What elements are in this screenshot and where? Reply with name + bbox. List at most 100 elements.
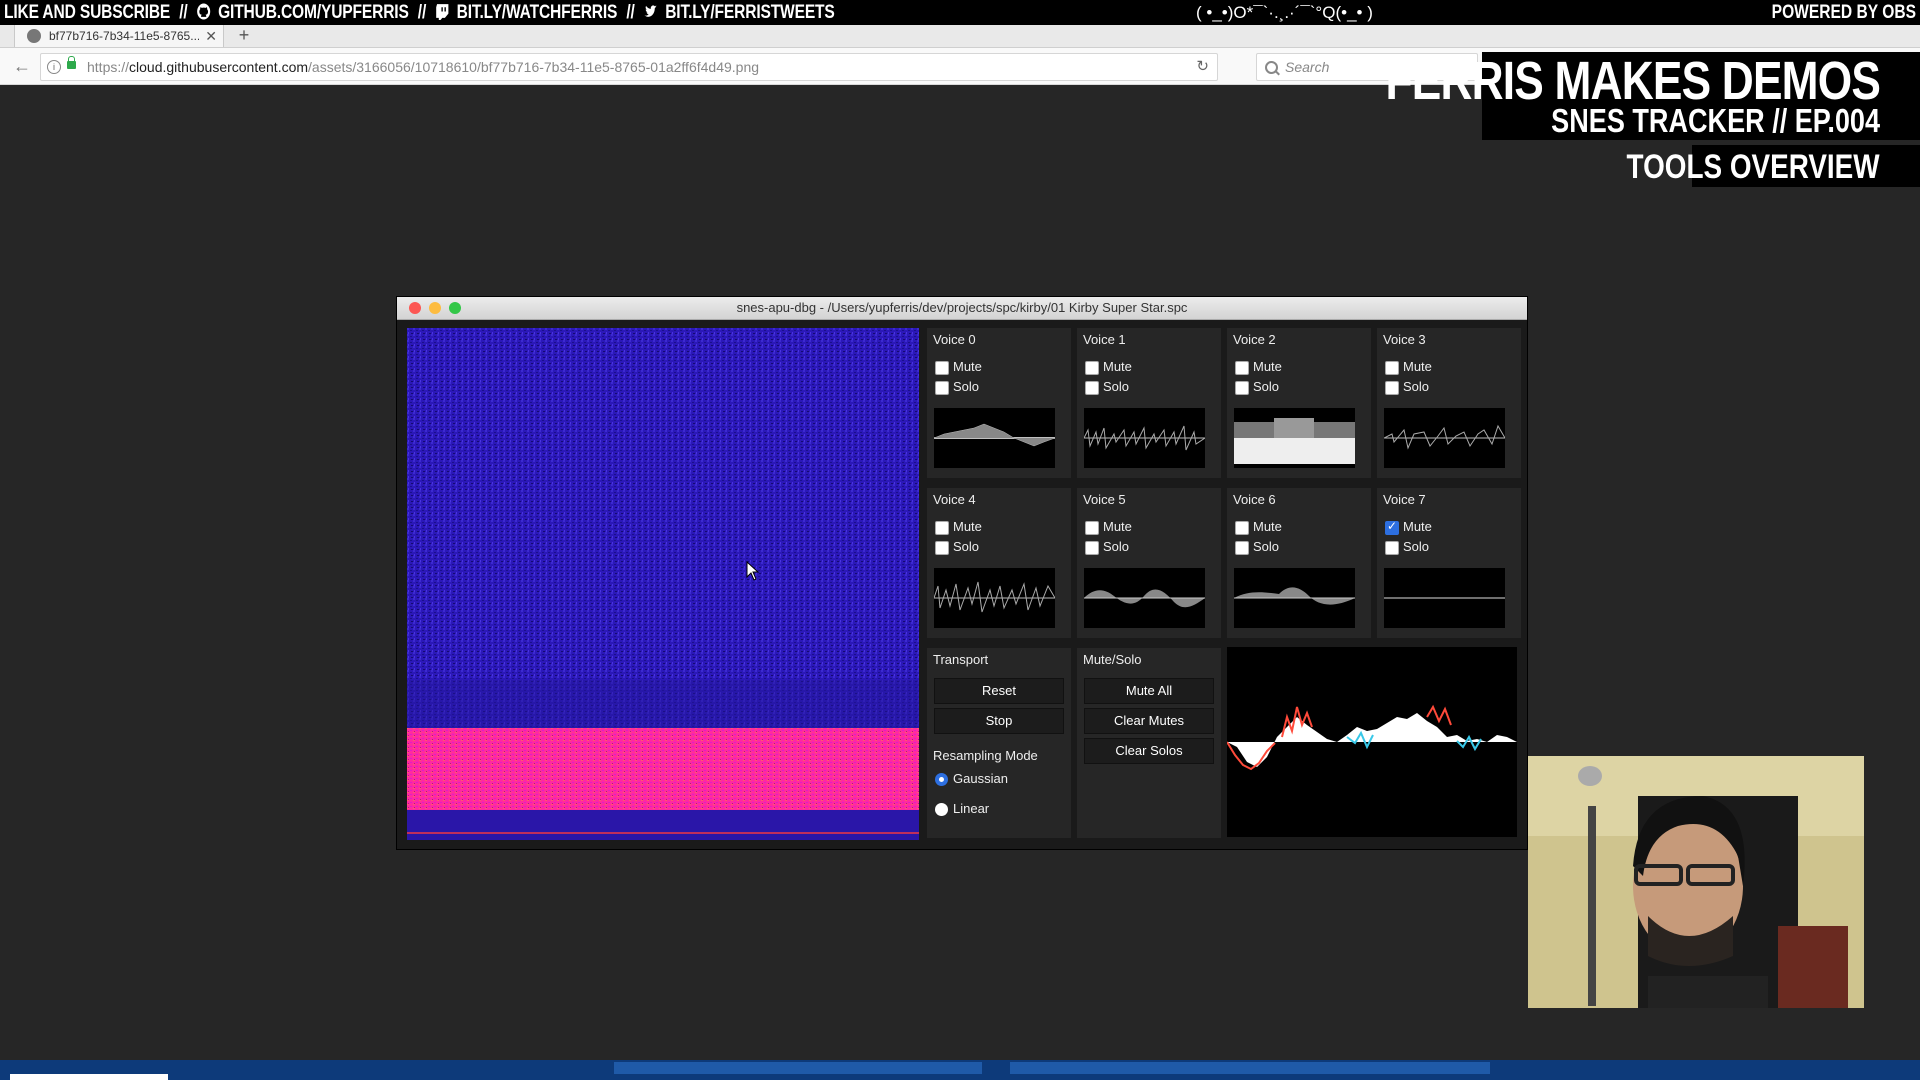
zoom-window-icon[interactable] [449, 302, 461, 314]
url-prefix: https:// [87, 59, 130, 75]
linear-radio[interactable] [935, 803, 948, 816]
mute-all-button[interactable]: Mute All [1084, 678, 1214, 704]
clear-solos-button[interactable]: Clear Solos [1084, 738, 1214, 764]
voice-3-waveform [1384, 408, 1505, 468]
window-title: snes-apu-dbg - /Users/yupferris/dev/proj… [736, 300, 1188, 315]
mute-label: Mute [1403, 359, 1432, 374]
voice-2-waveform [1234, 408, 1355, 468]
voice-7-mute-checkbox[interactable] [1385, 519, 1399, 535]
ticker-separator: // [417, 2, 427, 23]
github-icon [197, 3, 211, 20]
resampling-mode-title: Resampling Mode [933, 748, 1038, 763]
mouse-cursor-icon [746, 561, 760, 581]
ticker-links: LIKE AND SUBSCRIBE // GITHUB.COM/YUPFERR… [4, 0, 835, 25]
voice-4-waveform [934, 568, 1055, 628]
voice-6-solo-checkbox[interactable] [1235, 541, 1249, 555]
stream-ticker: LIKE AND SUBSCRIBE // GITHUB.COM/YUPFERR… [0, 0, 1920, 25]
ticker-subscribe: LIKE AND SUBSCRIBE [4, 2, 171, 23]
voice-6-mute-checkbox[interactable] [1235, 521, 1249, 535]
ticker-separator: // [626, 2, 635, 23]
voice-panel-3: Voice 3 Mute Solo [1377, 328, 1521, 478]
voice-5-mute-checkbox[interactable] [1085, 521, 1099, 535]
ticker-separator: // [179, 2, 188, 23]
tab-close-icon[interactable]: ✕ [205, 25, 217, 47]
voice-title: Voice 2 [1233, 332, 1276, 347]
clear-mutes-button[interactable]: Clear Mutes [1084, 708, 1214, 734]
url-host: cloud.githubusercontent.com [129, 59, 309, 75]
voice-5-solo-checkbox[interactable] [1085, 541, 1099, 555]
solo-label: Solo [1253, 539, 1280, 554]
stream-title-overlay: FERRIS MAKES DEMOS SNES TRACKER // EP.00… [1385, 51, 1920, 140]
voice-2-mute-checkbox[interactable] [1235, 361, 1249, 375]
solo-label: Solo [1103, 379, 1130, 394]
stop-button[interactable]: Stop [934, 708, 1064, 734]
mute-label: Mute [1103, 359, 1132, 374]
voice-3-solo-checkbox[interactable] [1385, 381, 1399, 395]
voice-3-mute-checkbox[interactable] [1385, 361, 1399, 375]
voice-0-solo-checkbox[interactable] [935, 381, 949, 395]
taskbar-item[interactable] [1010, 1062, 1490, 1074]
site-info-icon[interactable]: i [47, 60, 61, 74]
transport-title: Transport [933, 652, 989, 667]
browser-tab[interactable]: bf77b716-7b34-11e5-8765... ✕ [14, 25, 224, 47]
gaussian-label: Gaussian [953, 771, 1008, 786]
tab-title: bf77b716-7b34-11e5-8765... [49, 29, 199, 43]
voice-panel-6: Voice 6 Mute Solo [1227, 488, 1371, 638]
voice-4-solo-checkbox[interactable] [935, 541, 949, 555]
solo-label: Solo [953, 379, 980, 394]
webcam-image [1528, 756, 1864, 1008]
reset-button[interactable]: Reset [934, 678, 1064, 704]
ticker-twitter: BIT.LY/FERRISTWEETS [665, 2, 835, 23]
voice-title: Voice 0 [933, 332, 976, 347]
voice-title: Voice 1 [1083, 332, 1126, 347]
browser-tab-strip: bf77b716-7b34-11e5-8765... ✕ [0, 25, 1920, 48]
voice-7-waveform [1384, 568, 1505, 628]
voice-panel-7: Voice 7 Mute Solo [1377, 488, 1521, 638]
solo-label: Solo [1103, 539, 1130, 554]
taskbar-item[interactable] [614, 1062, 982, 1074]
voice-title: Voice 4 [933, 492, 976, 507]
github-favicon-icon [27, 29, 41, 43]
voice-7-solo-checkbox[interactable] [1385, 541, 1399, 555]
spectrogram-view [407, 328, 919, 840]
window-titlebar[interactable]: snes-apu-dbg - /Users/yupferris/dev/proj… [397, 297, 1527, 320]
solo-label: Solo [1403, 379, 1430, 394]
mute-label: Mute [1253, 519, 1282, 534]
os-taskbar [0, 1060, 1920, 1080]
ticker-kaomoji: ( •_•)O*¯`·.¸.·´¯`°Q(•_• ) [1196, 3, 1373, 22]
voice-title: Voice 5 [1083, 492, 1126, 507]
ticker-powered-by: POWERED BY OBS [1771, 2, 1916, 23]
solo-label: Solo [1403, 539, 1430, 554]
voice-2-solo-checkbox[interactable] [1235, 381, 1249, 395]
voice-title: Voice 6 [1233, 492, 1276, 507]
linear-label: Linear [953, 801, 990, 816]
transport-panel: Transport Reset Stop Resampling Mode Gau… [927, 648, 1071, 838]
twitter-icon [644, 5, 657, 17]
lock-icon [67, 56, 76, 69]
new-tab-button[interactable]: + [234, 25, 254, 47]
solo-label: Solo [1253, 379, 1280, 394]
reload-icon[interactable]: ↻ [1196, 54, 1209, 80]
mute-label: Mute [1403, 519, 1432, 534]
voice-title: Voice 7 [1383, 492, 1426, 507]
spectrogram-graphic [407, 328, 919, 840]
webcam-feed [1528, 756, 1864, 1008]
voice-1-waveform [1084, 408, 1205, 468]
close-window-icon[interactable] [409, 302, 421, 314]
voice-0-mute-checkbox[interactable] [935, 361, 949, 375]
voice-1-mute-checkbox[interactable] [1085, 361, 1099, 375]
gaussian-radio[interactable] [935, 773, 948, 786]
url-text: https://cloud.githubusercontent.com/asse… [87, 54, 759, 80]
back-arrow-icon[interactable]: ← [12, 56, 32, 76]
search-placeholder: Search [1285, 59, 1330, 75]
voice-4-mute-checkbox[interactable] [935, 521, 949, 535]
twitch-icon [436, 4, 449, 20]
url-path: /assets/3166056/10718610/bf77b716-7b34-1… [308, 59, 760, 75]
voice-5-waveform [1084, 568, 1205, 628]
minimize-window-icon[interactable] [429, 302, 441, 314]
voice-1-solo-checkbox[interactable] [1085, 381, 1099, 395]
mute-label: Mute [953, 359, 982, 374]
mute-label: Mute [1253, 359, 1282, 374]
url-bar[interactable]: i https://cloud.githubusercontent.com/as… [40, 53, 1218, 81]
solo-label: Solo [953, 539, 980, 554]
